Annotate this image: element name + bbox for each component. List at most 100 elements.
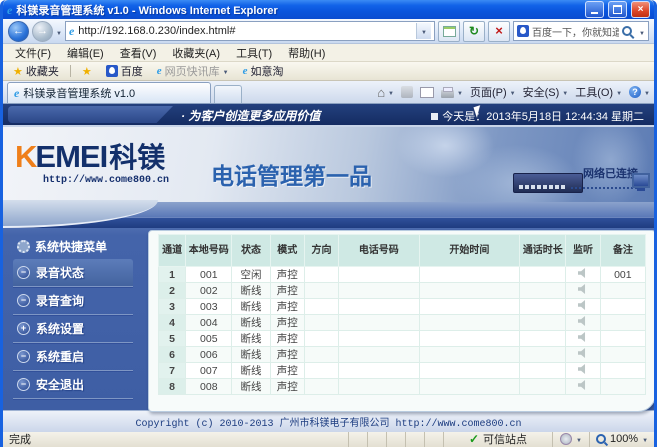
favorites-item-2[interactable]: 如意淘 <box>237 63 290 79</box>
favorites-button[interactable]: 收藏夹 <box>7 63 65 79</box>
address-dropdown-button[interactable] <box>416 23 431 39</box>
tab-favicon-icon <box>14 86 19 101</box>
address-bar[interactable]: http://192.168.0.230/index.html# <box>65 21 435 41</box>
bullet-icon <box>431 113 438 120</box>
cell <box>339 331 419 347</box>
rss-icon[interactable] <box>401 86 413 98</box>
tab-active[interactable]: 科镁录音管理系统 v1.0 <box>7 82 211 103</box>
speaker-icon[interactable] <box>578 316 589 326</box>
monitor-cell[interactable] <box>566 315 600 331</box>
column-header: 监听 <box>566 235 600 267</box>
monitor-cell[interactable] <box>566 363 600 379</box>
protected-mode-segment[interactable] <box>552 430 589 447</box>
history-dropdown-icon[interactable] <box>56 22 62 40</box>
command-bar-item-label: 页面(P) <box>470 84 507 100</box>
search-input[interactable]: 百度一下，你就知道 <box>532 24 619 39</box>
cell <box>304 299 338 315</box>
zoom-level: 100% <box>610 433 638 445</box>
sidebar-item-1[interactable]: −录音查询 <box>13 287 133 315</box>
back-button[interactable] <box>8 21 29 42</box>
monitor-cell[interactable] <box>566 347 600 363</box>
menu-item-2[interactable]: 查看(V) <box>112 45 165 61</box>
speaker-icon[interactable] <box>578 380 589 390</box>
cell <box>419 379 520 395</box>
command-bar-item-2[interactable]: 工具(O) <box>575 84 622 100</box>
search-icon[interactable] <box>622 26 632 36</box>
help-button[interactable] <box>629 86 650 98</box>
sidebar: 系统快捷菜单 −录音状态−录音查询+系统设置−系统重启−安全退出 <box>3 202 143 410</box>
divider <box>70 65 71 77</box>
read-mail-icon[interactable] <box>420 87 434 98</box>
monitor-cell[interactable] <box>566 331 600 347</box>
maximize-button[interactable] <box>608 1 627 18</box>
favorites-item-1[interactable]: 网页快讯库 <box>151 63 235 79</box>
sidebar-item-3[interactable]: −系统重启 <box>13 343 133 371</box>
command-bar-item-0[interactable]: 页面(P) <box>470 84 516 100</box>
cell: 声控 <box>270 379 304 395</box>
cell: 006 <box>186 347 232 363</box>
note-cell <box>600 283 645 299</box>
speaker-icon[interactable] <box>578 332 589 342</box>
zoom-control[interactable]: 100% <box>589 430 654 447</box>
cell <box>304 315 338 331</box>
logo-chinese: 科镁 <box>109 142 165 173</box>
sidebar-item-0[interactable]: −录音状态 <box>13 259 133 287</box>
printer-icon <box>441 90 454 98</box>
sidebar-item-2[interactable]: +系统设置 <box>13 315 133 343</box>
strip-decoration <box>8 106 173 123</box>
search-box[interactable]: 百度一下，你就知道 <box>513 21 649 41</box>
cell <box>520 283 566 299</box>
minimize-button[interactable] <box>585 1 604 18</box>
cell <box>419 331 520 347</box>
menu-item-1[interactable]: 编辑(E) <box>59 45 112 61</box>
command-bar-item-1[interactable]: 安全(S) <box>523 84 569 100</box>
window-title: 科镁录音管理系统 v1.0 - Windows Internet Explore… <box>16 2 581 18</box>
cell: 声控 <box>270 299 304 315</box>
search-options-icon[interactable] <box>639 22 645 40</box>
menu-item-0[interactable]: 文件(F) <box>7 45 59 61</box>
status-segment <box>405 430 424 447</box>
home-icon <box>377 85 385 100</box>
table-row: 6006断线声控 <box>159 347 646 363</box>
speaker-icon[interactable] <box>578 300 589 310</box>
menu-bar: 文件(F)编辑(E)查看(V)收藏夹(A)工具(T)帮助(H) <box>3 44 654 62</box>
new-tab-button[interactable] <box>214 85 242 103</box>
monitor-cell[interactable] <box>566 379 600 395</box>
monitor-cell[interactable] <box>566 267 600 283</box>
stop-button[interactable] <box>488 21 510 42</box>
print-button[interactable] <box>441 86 463 98</box>
monitor-cell[interactable] <box>566 283 600 299</box>
cell <box>419 283 520 299</box>
menu-item-4[interactable]: 工具(T) <box>228 45 280 61</box>
baidu-icon <box>106 65 118 77</box>
close-button[interactable]: × <box>631 1 650 18</box>
ie-page-icon <box>157 65 162 77</box>
status-segment <box>348 430 367 447</box>
chevron-down-icon <box>510 86 516 98</box>
speaker-icon[interactable] <box>578 268 589 278</box>
help-icon <box>629 86 641 98</box>
speaker-icon[interactable] <box>578 364 589 374</box>
add-favorite-button[interactable] <box>76 65 98 78</box>
speaker-icon[interactable] <box>578 284 589 294</box>
menu-item-3[interactable]: 收藏夹(A) <box>164 45 228 61</box>
cell: 005 <box>186 331 232 347</box>
datetime-text: 今天是：2013年5月18日 12:44:34 星期二 <box>442 108 644 124</box>
cell: 断线 <box>232 347 270 363</box>
refresh-button[interactable] <box>463 21 485 42</box>
url-text[interactable]: http://192.168.0.230/index.html# <box>78 25 412 37</box>
cell: 声控 <box>270 283 304 299</box>
home-button[interactable] <box>377 85 394 100</box>
title-bar: 科镁录音管理系统 v1.0 - Windows Internet Explore… <box>3 0 654 19</box>
favorites-items: 百度网页快讯库如意淘 <box>100 63 290 79</box>
menu-item-5[interactable]: 帮助(H) <box>280 45 333 61</box>
favorites-item-0[interactable]: 百度 <box>100 63 149 79</box>
sidebar-item-4[interactable]: −安全退出 <box>13 371 133 399</box>
forward-button[interactable] <box>32 21 53 42</box>
monitor-cell[interactable] <box>566 299 600 315</box>
speaker-icon[interactable] <box>578 348 589 358</box>
compatibility-view-button[interactable] <box>438 21 460 42</box>
channel-status-table: 通道本地号码状态模式方向电话号码开始时间通话时长监听备注 1001空闲声控001… <box>158 234 646 395</box>
column-header: 本地号码 <box>186 235 232 267</box>
security-zone[interactable]: 可信站点 <box>443 430 552 447</box>
